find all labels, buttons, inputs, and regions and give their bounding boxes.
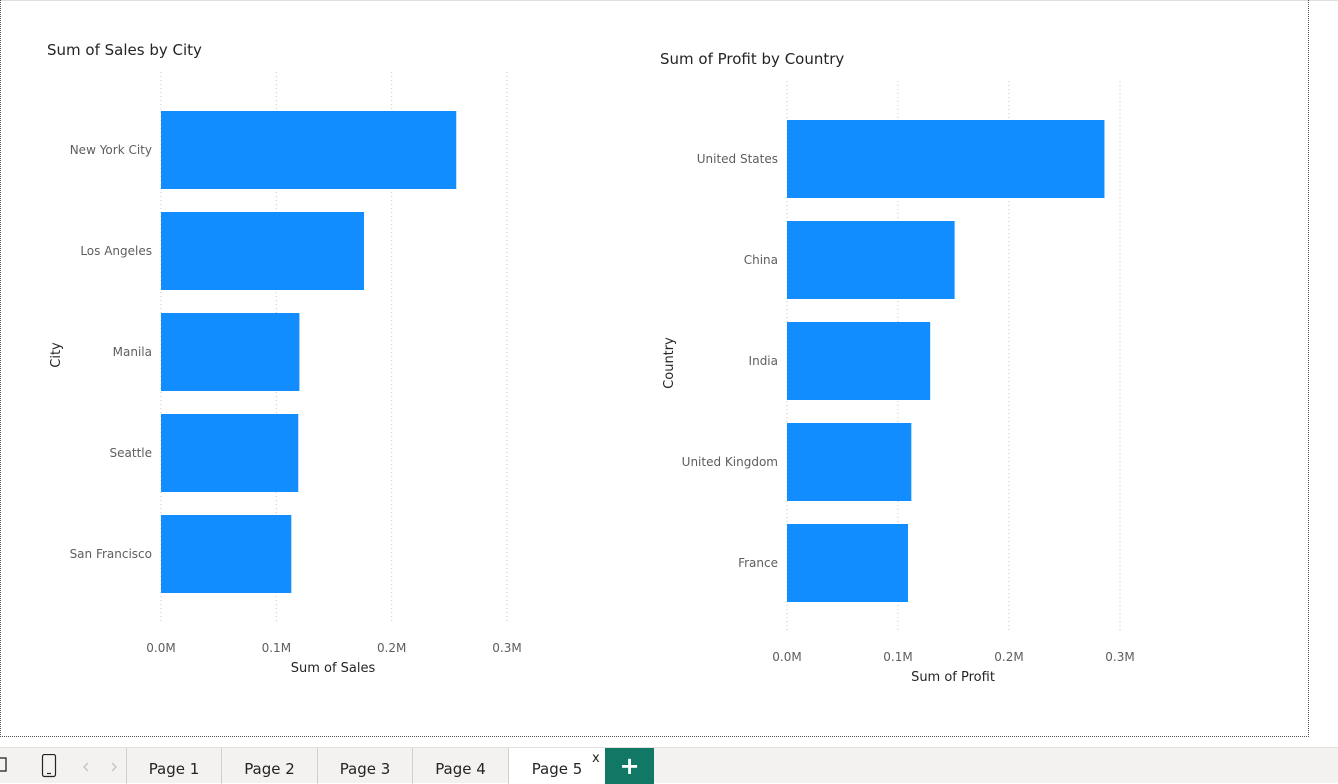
x-tick-label: 0.1M (883, 650, 912, 664)
tab-page-3[interactable]: Page 3 (318, 748, 413, 784)
desktop-layout-icon[interactable] (0, 756, 8, 774)
tab-label: Page 5 (531, 760, 583, 778)
sales-by-city-chart[interactable]: Sum of Sales by City Sum of Sales City 0… (47, 41, 522, 676)
report-charts: Sum of Sales by City Sum of Sales City 0… (47, 41, 1135, 685)
x-tick-label: 0.2M (994, 650, 1023, 664)
bar[interactable] (161, 212, 364, 290)
x-tick-label: 0.3M (1105, 650, 1134, 664)
y-category-label: France (738, 556, 778, 570)
y-category-label: United Kingdom (682, 455, 778, 469)
tab-label: Page 1 (148, 760, 200, 778)
x-tick-label: 0.0M (146, 641, 175, 655)
tab-page-2[interactable]: Page 2 (222, 748, 318, 784)
tab-page-5[interactable]: Page 5 (509, 748, 605, 784)
bar[interactable] (161, 313, 300, 391)
y-axis-title: City (49, 342, 64, 368)
bar[interactable] (161, 515, 292, 593)
x-tick-label: 0.1M (262, 641, 291, 655)
y-category-label: Manila (113, 345, 152, 359)
add-page-button[interactable]: + (605, 748, 654, 784)
bar[interactable] (787, 221, 955, 299)
mobile-layout-icon[interactable] (40, 754, 58, 778)
tab-page-1[interactable]: Page 1 (126, 748, 222, 784)
x-axis-title: Sum of Profit (911, 670, 995, 685)
chart-title: Sum of Profit by Country (660, 50, 844, 68)
y-category-label: Los Angeles (80, 244, 152, 258)
y-axis-title: Country (662, 337, 677, 389)
y-category-label: New York City (70, 143, 152, 157)
x-tick-label: 0.2M (377, 641, 406, 655)
chevron-left-icon[interactable] (82, 762, 90, 772)
x-tick-label: 0.3M (492, 641, 521, 655)
chevron-right-icon[interactable] (110, 762, 118, 772)
tab-label: Page 3 (339, 760, 391, 778)
bar[interactable] (787, 120, 1105, 198)
x-axis-title: Sum of Sales (291, 661, 376, 676)
y-category-label: San Francisco (70, 547, 152, 561)
tab-page-4[interactable]: Page 4 (413, 748, 509, 784)
x-tick-label: 0.0M (772, 650, 801, 664)
bar[interactable] (787, 423, 912, 501)
y-category-label: India (749, 354, 778, 368)
page-tab-bar: Page 1 Page 2 Page 3 Page 4 Page 5 x + (0, 747, 1338, 784)
profit-by-country-chart[interactable]: Sum of Profit by Country Sum of Profit C… (660, 50, 1135, 685)
tab-label: Page 4 (435, 760, 486, 778)
close-tab-button[interactable]: x (592, 751, 600, 766)
chart-title: Sum of Sales by City (47, 41, 202, 59)
bar[interactable] (787, 322, 931, 400)
y-category-label: China (744, 253, 778, 267)
tab-label: Page 2 (244, 760, 295, 778)
bar[interactable] (787, 524, 908, 602)
y-category-label: United States (697, 152, 778, 166)
bar[interactable] (161, 111, 457, 189)
y-category-label: Seattle (110, 446, 152, 460)
bar[interactable] (161, 414, 299, 492)
